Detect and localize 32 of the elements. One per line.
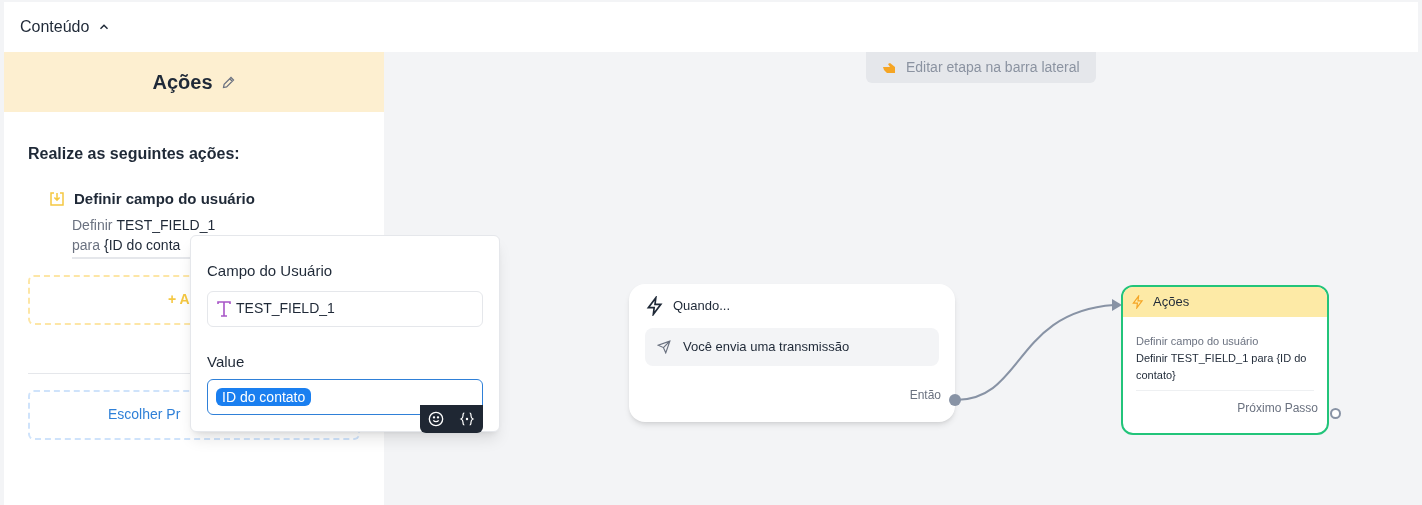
field-label: Campo do Usuário	[207, 261, 334, 281]
lightning-icon	[645, 296, 665, 316]
hint-text: Editar etapa na barra lateral	[906, 58, 1080, 77]
variable-token[interactable]: ID do contato	[216, 388, 312, 406]
output-label: Próximo Passo	[1237, 399, 1318, 417]
trigger-node[interactable]: Quando... Você envia uma transmissão Então	[629, 284, 955, 422]
action-label: para	[72, 235, 101, 255]
node-subtitle: Definir campo do usuário	[1136, 334, 1260, 349]
pencil-icon[interactable]	[220, 74, 236, 90]
lightning-icon	[1131, 295, 1145, 309]
field-label: Value	[207, 351, 246, 372]
download-icon	[48, 190, 66, 209]
action-value: TEST_FIELD_1	[116, 215, 216, 235]
emoji-icon[interactable]	[427, 411, 444, 427]
pointing-hand-icon	[882, 60, 898, 75]
user-field-select[interactable]: TEST_FIELD_1	[207, 290, 483, 327]
instructions-text: Realize as seguintes ações:	[28, 144, 241, 164]
action-value: {ID do conta	[104, 235, 181, 255]
action-node[interactable]: Ações Definir campo do usuário Definir TEST_FIELD_1 para {ID do contato} Próximo Passo	[1121, 285, 1329, 435]
text-type-icon	[216, 299, 232, 318]
send-icon	[657, 340, 671, 354]
output-label: Então	[909, 387, 941, 404]
panel-title: Ações	[152, 70, 213, 95]
variable-icon[interactable]	[459, 411, 476, 427]
event-row[interactable]: Você envia uma transmissão	[645, 328, 939, 366]
section-title: Conteúdo	[20, 17, 90, 37]
node-title: Ações	[1153, 293, 1190, 312]
node-title: Quando...	[673, 297, 731, 316]
node-description: Definir TEST_FIELD_1 para {ID do contato}	[1136, 349, 1314, 391]
action-label: Definir	[72, 215, 113, 235]
action-title: Definir campo do usuário	[74, 189, 255, 209]
event-text: Você envia uma transmissão	[683, 338, 850, 357]
